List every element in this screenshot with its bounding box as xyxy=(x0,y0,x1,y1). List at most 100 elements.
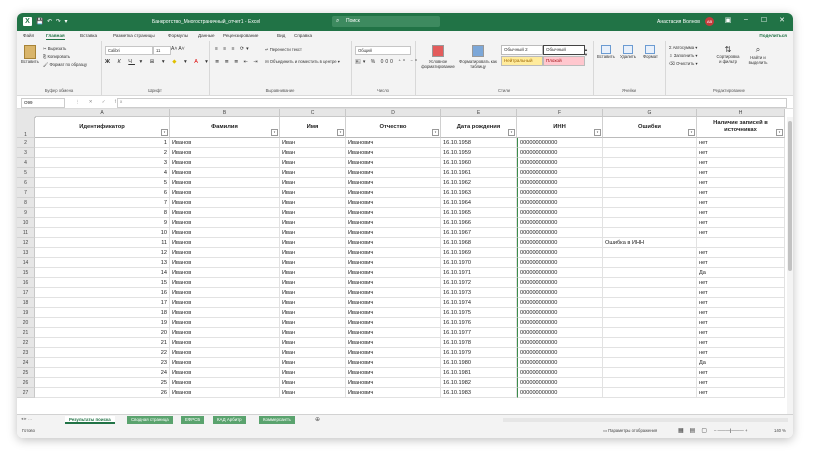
cell-last-name[interactable]: Иванов xyxy=(170,258,280,268)
cell-errors[interactable] xyxy=(603,208,697,218)
cell-last-name[interactable]: Иванов xyxy=(170,218,280,228)
row-header[interactable]: 8 xyxy=(17,198,35,208)
cell-middle-name[interactable]: Иванович xyxy=(346,148,441,158)
cell-first-name[interactable]: Иван xyxy=(280,178,346,188)
row-header[interactable]: 1 xyxy=(17,117,35,138)
cell-birth-date[interactable]: 16.10.1971 xyxy=(441,268,517,278)
row-header[interactable]: 5 xyxy=(17,168,35,178)
sheet-nav-arrows[interactable]: ◂ ▸ … xyxy=(21,416,32,422)
cell-sources[interactable]: Да xyxy=(697,268,785,278)
name-box[interactable]: O99 xyxy=(21,98,65,108)
cell-inn[interactable]: 000000000000 xyxy=(517,138,603,148)
number-format-select[interactable]: Общий xyxy=(355,46,411,55)
clear-button[interactable]: ⌫ Очистить ▾ xyxy=(669,61,698,66)
cell-sources[interactable]: нет xyxy=(697,308,785,318)
cell-sources[interactable]: нет xyxy=(697,158,785,168)
sort-filter-button[interactable]: ⇅ Сортировка и фильтр xyxy=(715,45,741,64)
cell-inn[interactable]: 000000000000 xyxy=(517,368,603,378)
font-grow-shrink-icon[interactable]: A˄ A˅ xyxy=(171,46,185,52)
cell-first-name[interactable]: Иван xyxy=(280,318,346,328)
cell-errors[interactable] xyxy=(603,338,697,348)
filter-dropdown-icon[interactable]: ▾ xyxy=(688,129,695,136)
sheet-tab[interactable]: Коммерсантъ xyxy=(259,416,295,424)
view-mode-icons[interactable]: ▦▤▢ xyxy=(678,427,713,434)
cell-first-name[interactable]: Иван xyxy=(280,168,346,178)
cell-identifier[interactable]: 26 xyxy=(35,388,170,398)
table-header-middle-name[interactable]: Отчество ▾ xyxy=(346,117,441,138)
cell-errors[interactable] xyxy=(603,228,697,238)
cell-first-name[interactable]: Иван xyxy=(280,358,346,368)
cell-errors[interactable] xyxy=(603,278,697,288)
cell-first-name[interactable]: Иван xyxy=(280,368,346,378)
row-header[interactable]: 21 xyxy=(17,328,35,338)
cell-errors[interactable] xyxy=(603,388,697,398)
vertical-scrollbar-thumb[interactable] xyxy=(788,121,792,271)
cell-first-name[interactable]: Иван xyxy=(280,288,346,298)
cell-inn[interactable]: 000000000000 xyxy=(517,378,603,388)
cell-birth-date[interactable]: 16.10.1968 xyxy=(441,238,517,248)
cell-middle-name[interactable]: Иванович xyxy=(346,258,441,268)
display-settings-button[interactable]: ▭ Параметры отображения xyxy=(603,428,657,433)
cell-birth-date[interactable]: 16.10.1958 xyxy=(441,138,517,148)
formula-input[interactable] xyxy=(117,98,787,108)
cell-first-name[interactable]: Иван xyxy=(280,228,346,238)
cell-middle-name[interactable]: Иванович xyxy=(346,278,441,288)
cell-errors[interactable] xyxy=(603,138,697,148)
table-header-sources[interactable]: Наличие записей в источниках ▾ xyxy=(697,117,785,138)
cell-sources[interactable]: нет xyxy=(697,148,785,158)
font-name-select[interactable]: Calibri xyxy=(105,46,153,55)
cell-last-name[interactable]: Иванов xyxy=(170,138,280,148)
quick-access-toolbar[interactable]: 💾 ↶ ↷ ▾ xyxy=(36,18,69,25)
cell-birth-date[interactable]: 16.10.1979 xyxy=(441,348,517,358)
tab-home[interactable]: Главная xyxy=(46,33,65,40)
cell-first-name[interactable]: Иван xyxy=(280,268,346,278)
cell-errors[interactable] xyxy=(603,288,697,298)
cell-first-name[interactable]: Иван xyxy=(280,138,346,148)
cell-last-name[interactable]: Иванов xyxy=(170,318,280,328)
fill-button[interactable]: ⇩ Заполнить ▾ xyxy=(669,53,698,58)
cell-identifier[interactable]: 12 xyxy=(35,248,170,258)
cell-first-name[interactable]: Иван xyxy=(280,298,346,308)
cell-last-name[interactable]: Иванов xyxy=(170,388,280,398)
cell-first-name[interactable]: Иван xyxy=(280,388,346,398)
cell-birth-date[interactable]: 16.10.1975 xyxy=(441,308,517,318)
copy-button[interactable]: ⎘ Копировать xyxy=(43,54,70,59)
cell-middle-name[interactable]: Иванович xyxy=(346,298,441,308)
cell-inn[interactable]: 000000000000 xyxy=(517,298,603,308)
filter-dropdown-icon[interactable]: ▾ xyxy=(594,129,601,136)
cell-middle-name[interactable]: Иванович xyxy=(346,318,441,328)
cell-birth-date[interactable]: 16.10.1972 xyxy=(441,278,517,288)
cell-last-name[interactable]: Иванов xyxy=(170,348,280,358)
cell-first-name[interactable]: Иван xyxy=(280,348,346,358)
merge-center-button[interactable]: ⊟ Объединить и поместить в центре ▾ xyxy=(265,59,340,64)
cell-identifier[interactable]: 14 xyxy=(35,268,170,278)
delete-cells-button[interactable]: Удалить xyxy=(620,45,636,59)
cell-errors[interactable] xyxy=(603,378,697,388)
minimize-icon[interactable]: – xyxy=(737,16,755,23)
cell-identifier[interactable]: 5 xyxy=(35,178,170,188)
cell-birth-date[interactable]: 16.10.1970 xyxy=(441,258,517,268)
cell-errors[interactable] xyxy=(603,318,697,328)
cell-identifier[interactable]: 16 xyxy=(35,288,170,298)
tab-review[interactable]: Рецензирование xyxy=(223,33,258,38)
cut-button[interactable]: ✂ Вырезать xyxy=(43,46,66,51)
cell-birth-date[interactable]: 16.10.1982 xyxy=(441,378,517,388)
cell-birth-date[interactable]: 16.10.1976 xyxy=(441,318,517,328)
cell-errors[interactable] xyxy=(603,298,697,308)
cell-inn[interactable]: 000000000000 xyxy=(517,148,603,158)
cell-last-name[interactable]: Иванов xyxy=(170,308,280,318)
cell-inn[interactable]: 000000000000 xyxy=(517,168,603,178)
cell-errors[interactable] xyxy=(603,188,697,198)
column-header-b[interactable]: B xyxy=(170,109,280,117)
style-normal[interactable]: Обычный xyxy=(543,45,585,55)
table-header-inn[interactable]: ИНН ▾ xyxy=(517,117,603,138)
cell-inn[interactable]: 000000000000 xyxy=(517,178,603,188)
cell-first-name[interactable]: Иван xyxy=(280,208,346,218)
row-header[interactable]: 25 xyxy=(17,368,35,378)
cell-errors[interactable] xyxy=(603,218,697,228)
row-header[interactable]: 16 xyxy=(17,278,35,288)
cell-identifier[interactable]: 22 xyxy=(35,348,170,358)
cell-sources[interactable]: нет xyxy=(697,188,785,198)
cell-first-name[interactable]: Иван xyxy=(280,308,346,318)
cell-birth-date[interactable]: 16.10.1963 xyxy=(441,188,517,198)
